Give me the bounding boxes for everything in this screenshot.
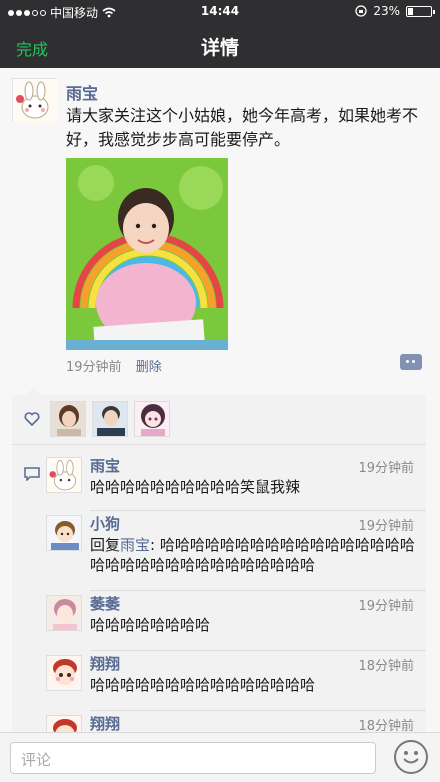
battery-icon [406, 5, 435, 17]
more-actions-icon[interactable] [400, 354, 422, 370]
liker-avatar[interactable] [134, 401, 170, 437]
nav-bar: 完成 详情 [0, 24, 440, 68]
comment-time: 18分钟前 [358, 659, 414, 674]
post-photo[interactable] [66, 158, 228, 350]
comment-icon [24, 467, 40, 481]
post-meta: 19分钟前 删除 [66, 356, 162, 375]
emoji-icon[interactable] [394, 740, 428, 774]
page-title: 详情 [200, 37, 239, 59]
comment-item[interactable]: 翔翔 18分钟前 哈哈哈哈哈哈哈哈哈哈哈哈哈哈哈 [46, 651, 426, 711]
reply-to-name[interactable]: 雨宝 [120, 536, 150, 554]
commenter-name[interactable]: 翔翔 [90, 653, 120, 674]
status-bar: 中国移动 14:44 23% [0, 0, 440, 24]
status-right: 23% [355, 4, 435, 18]
comment-time: 19分钟前 [358, 461, 414, 476]
comment-time: 19分钟前 [358, 519, 414, 534]
interaction-panel: 雨宝 19分钟前 哈哈哈哈哈哈哈哈哈哈笑鼠我辣 小狗 19分钟前 回复雨宝: 哈… [12, 387, 426, 751]
likes-row [12, 395, 426, 445]
comment-text: 哈哈哈哈哈哈哈哈哈哈笑鼠我辣 [90, 478, 301, 496]
author-avatar[interactable] [12, 78, 57, 123]
post-time: 19分钟前 [66, 360, 122, 375]
commenter-avatar[interactable] [46, 655, 82, 691]
comment-input[interactable]: 评论 [10, 742, 376, 774]
liker-avatar[interactable] [50, 401, 86, 437]
reply-prefix: 回复 [90, 536, 121, 554]
heart-icon [24, 412, 40, 427]
commenter-avatar[interactable] [46, 457, 82, 493]
commenter-name[interactable]: 雨宝 [90, 455, 120, 476]
commenter-name[interactable]: 翔翔 [90, 713, 120, 734]
comment-text: 哈哈哈哈哈哈哈哈 [90, 616, 211, 634]
commenter-name[interactable]: 萎萎 [90, 593, 120, 614]
commenter-name[interactable]: 小狗 [90, 513, 120, 534]
comment-item[interactable]: 萎萎 19分钟前 哈哈哈哈哈哈哈哈 [46, 591, 426, 651]
author-name[interactable]: 雨宝 [66, 80, 98, 104]
top-bar: 中国移动 14:44 23% 完成 详情 [0, 0, 440, 68]
comment-text: 哈哈哈哈哈哈哈哈哈哈哈哈哈哈哈 [90, 676, 316, 694]
comment-item[interactable]: 雨宝 19分钟前 哈哈哈哈哈哈哈哈哈哈笑鼠我辣 [46, 453, 426, 511]
comment-text: 回复雨宝: 哈哈哈哈哈哈哈哈哈哈哈哈哈哈哈哈哈哈哈哈哈哈哈哈哈哈哈哈哈哈哈哈 [90, 535, 420, 575]
post-text: 请大家关注这个小姑娘，她今年高考，如果她考不好，我感觉步步高可能要停产。 [66, 106, 419, 149]
rotation-lock-icon [355, 5, 367, 17]
comment-input-bar: 评论 [0, 732, 440, 782]
battery-percent: 23% [373, 4, 400, 18]
delete-button[interactable]: 删除 [136, 360, 162, 375]
commenter-avatar[interactable] [46, 515, 82, 551]
comment-item[interactable]: 小狗 19分钟前 回复雨宝: 哈哈哈哈哈哈哈哈哈哈哈哈哈哈哈哈哈哈哈哈哈哈哈哈哈… [46, 511, 426, 591]
comment-time: 19分钟前 [358, 599, 414, 614]
liker-avatar[interactable] [92, 401, 128, 437]
commenter-avatar[interactable] [46, 595, 82, 631]
